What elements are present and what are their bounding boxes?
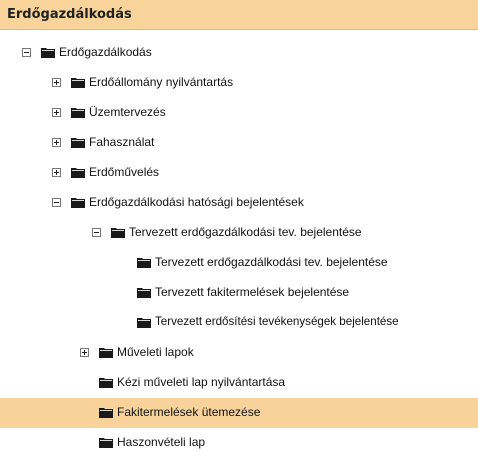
expand-icon[interactable] bbox=[52, 138, 61, 147]
expand-icon[interactable] bbox=[52, 168, 61, 177]
folder-icon bbox=[137, 288, 151, 298]
collapse-icon[interactable] bbox=[22, 48, 31, 57]
folder-icon bbox=[137, 318, 151, 328]
tree-node-haszonveteli-lap[interactable]: Haszonvételi lap bbox=[0, 428, 478, 458]
folder-icon bbox=[99, 438, 113, 448]
tree-node-label: Tervezett fakitermelések bejelentése bbox=[155, 285, 350, 299]
tree-node-label: Fahasználat bbox=[89, 135, 155, 149]
folder-icon bbox=[41, 48, 55, 58]
tree-node-tervezett-tev-bejelentese[interactable]: Tervezett erdőgazdálkodási tev. bejelent… bbox=[0, 248, 478, 278]
folder-icon bbox=[99, 408, 113, 418]
panel-title: Erdőgazdálkodás bbox=[7, 7, 132, 22]
folder-icon bbox=[71, 78, 85, 88]
collapse-icon[interactable] bbox=[92, 228, 101, 237]
folder-icon bbox=[99, 378, 113, 388]
folder-icon bbox=[111, 228, 125, 238]
folder-icon bbox=[99, 348, 113, 358]
tree-node-label: Erdőgazdálkodás bbox=[59, 45, 152, 59]
tree-node-label: Tervezett erdőgazdálkodási tev. bejelent… bbox=[155, 255, 388, 269]
panel-header: Erdőgazdálkodás bbox=[0, 0, 478, 30]
tree-node-label: Fakitermelések ütemezése bbox=[117, 405, 261, 419]
tree-node-tervezett-erdositesi[interactable]: Tervezett erdősítési tevékenységek bejel… bbox=[0, 308, 478, 338]
expand-icon[interactable] bbox=[80, 348, 89, 357]
tree-node-tervezett-tev-bejelentese-group[interactable]: Tervezett erdőgazdálkodási tev. bejelent… bbox=[0, 218, 478, 248]
expand-icon[interactable] bbox=[52, 108, 61, 117]
tree-node-label: Erdőművelés bbox=[89, 165, 160, 179]
tree-node-label: Kézi műveleti lap nyilvántartása bbox=[117, 375, 286, 389]
folder-icon bbox=[71, 138, 85, 148]
tree-node-fahasznalat[interactable]: Fahasználat bbox=[0, 128, 478, 158]
tree-node-label: Haszonvételi lap bbox=[117, 435, 206, 449]
tree-node-kezi-muveleti-lap[interactable]: Kézi műveleti lap nyilvántartása bbox=[0, 368, 478, 398]
tree-node-label: Tervezett erdősítési tevékenységek bejel… bbox=[155, 315, 399, 328]
folder-icon bbox=[137, 258, 151, 268]
folder-icon bbox=[71, 168, 85, 178]
tree-node-tervezett-fakitermelesek[interactable]: Tervezett fakitermelések bejelentése bbox=[0, 278, 478, 308]
tree-node-muveleti-lapok[interactable]: Műveleti lapok bbox=[0, 338, 478, 368]
tree-node-label: Erdőállomány nyilvántartás bbox=[89, 75, 234, 89]
tree-node-erdogazdalkodas[interactable]: Erdőgazdálkodás bbox=[0, 38, 478, 68]
tree-node-label: Üzemtervezés bbox=[89, 105, 166, 119]
tree-node-label: Tervezett erdőgazdálkodási tev. bejelent… bbox=[129, 225, 362, 239]
tree-node-fakitermelesek-utemezese[interactable]: Fakitermelések ütemezése bbox=[0, 398, 478, 428]
tree-node-erdomuveles[interactable]: Erdőművelés bbox=[0, 158, 478, 188]
tree-node-uzemtervezes[interactable]: Üzemtervezés bbox=[0, 98, 478, 128]
folder-icon bbox=[71, 198, 85, 208]
tree-node-erdoallomany-nyilvantartas[interactable]: Erdőállomány nyilvántartás bbox=[0, 68, 478, 98]
collapse-icon[interactable] bbox=[52, 198, 61, 207]
navigation-tree: Erdőgazdálkodás Erdőállomány nyilvántart… bbox=[0, 30, 478, 462]
tree-node-label: Műveleti lapok bbox=[117, 345, 194, 359]
tree-node-label: Erdőgazdálkodási hatósági bejelentések bbox=[89, 195, 304, 209]
expand-icon[interactable] bbox=[52, 78, 61, 87]
folder-icon bbox=[71, 108, 85, 118]
tree-node-hatosagi-bejelentesek[interactable]: Erdőgazdálkodási hatósági bejelentések bbox=[0, 188, 478, 218]
